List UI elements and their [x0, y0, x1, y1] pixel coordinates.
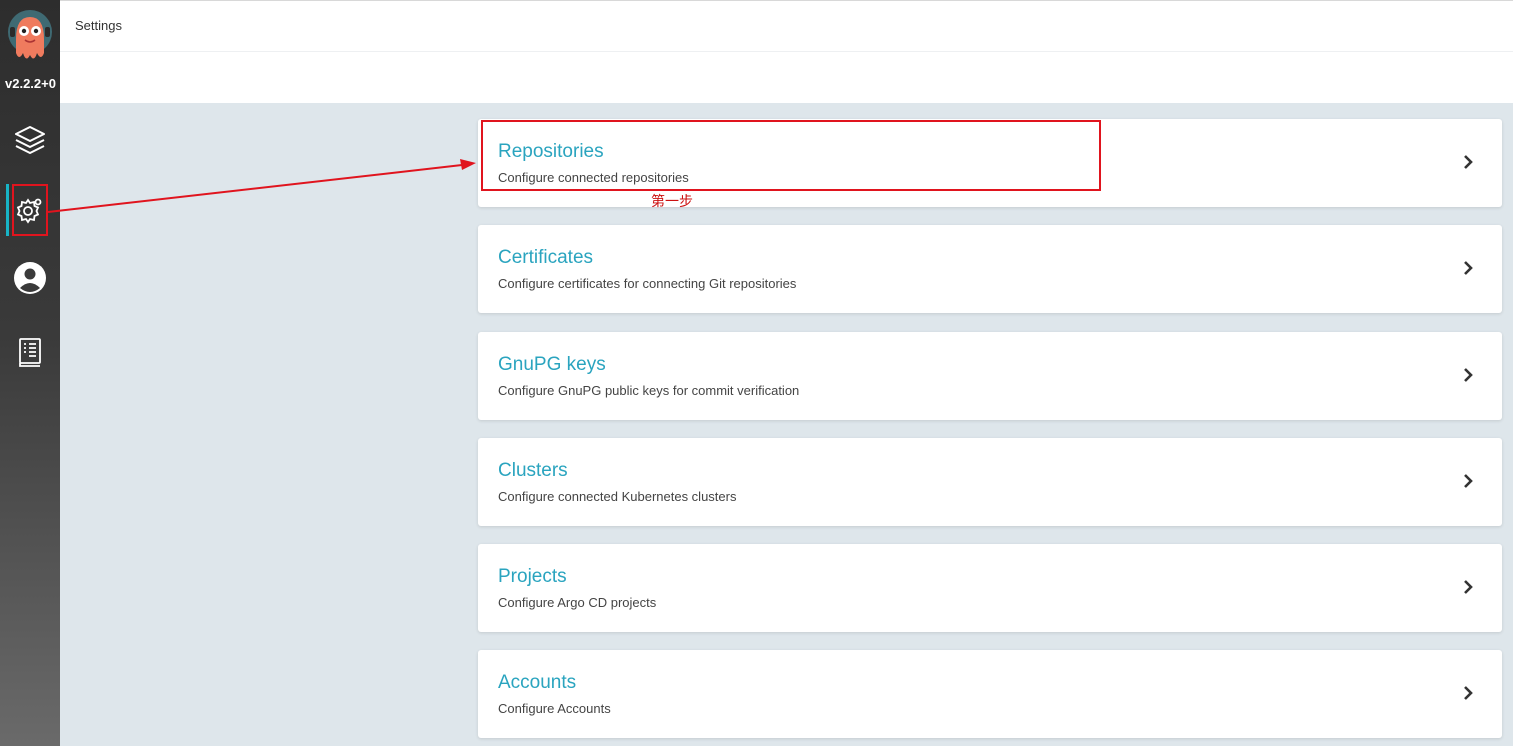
card-description: Configure GnuPG public keys for commit v…: [498, 383, 800, 398]
chevron-right-icon: [1464, 580, 1473, 594]
version-label: v2.2.2+0: [5, 76, 56, 91]
chevron-right-icon: [1464, 368, 1473, 382]
card-title: Projects: [498, 566, 567, 587]
settings-card-projects[interactable]: Projects Configure Argo CD projects: [478, 544, 1502, 632]
sidebar: v2.2.2+0: [0, 0, 60, 746]
docs-book-icon: [17, 337, 43, 367]
chevron-right-icon: [1464, 474, 1473, 488]
annotation-box-repositories: [481, 120, 1101, 191]
nav-applications[interactable]: [0, 114, 60, 166]
nav-documentation[interactable]: [0, 326, 60, 378]
card-title: Clusters: [498, 460, 568, 481]
card-description: Configure Argo CD projects: [498, 595, 657, 610]
chevron-right-icon: [1464, 686, 1473, 700]
page-title: Settings: [75, 18, 122, 33]
header-divider: [60, 51, 1513, 52]
card-title: GnuPG keys: [498, 354, 606, 375]
card-title: Accounts: [498, 672, 577, 693]
settings-card-certificates[interactable]: Certificates Configure certificates for …: [478, 225, 1502, 313]
top-header: Settings: [60, 0, 1513, 103]
chevron-right-icon: [1464, 261, 1473, 275]
argo-logo[interactable]: [7, 9, 53, 69]
layers-icon: [13, 123, 47, 157]
card-description: Configure Accounts: [498, 701, 611, 716]
annotation-step-label: 第一步: [651, 194, 693, 210]
card-description: Configure connected Kubernetes clusters: [498, 489, 737, 504]
card-title: Certificates: [498, 247, 594, 268]
settings-card-accounts[interactable]: Accounts Configure Accounts: [478, 650, 1502, 738]
settings-card-gnupg-keys[interactable]: GnuPG keys Configure GnuPG public keys f…: [478, 332, 1502, 420]
nav-user-info[interactable]: [0, 252, 60, 304]
annotation-box-settings: [12, 184, 48, 236]
card-description: Configure certificates for connecting Gi…: [498, 276, 797, 291]
chevron-right-icon: [1464, 155, 1473, 169]
settings-card-clusters[interactable]: Clusters Configure connected Kubernetes …: [478, 438, 1502, 526]
user-circle-icon: [13, 261, 47, 295]
